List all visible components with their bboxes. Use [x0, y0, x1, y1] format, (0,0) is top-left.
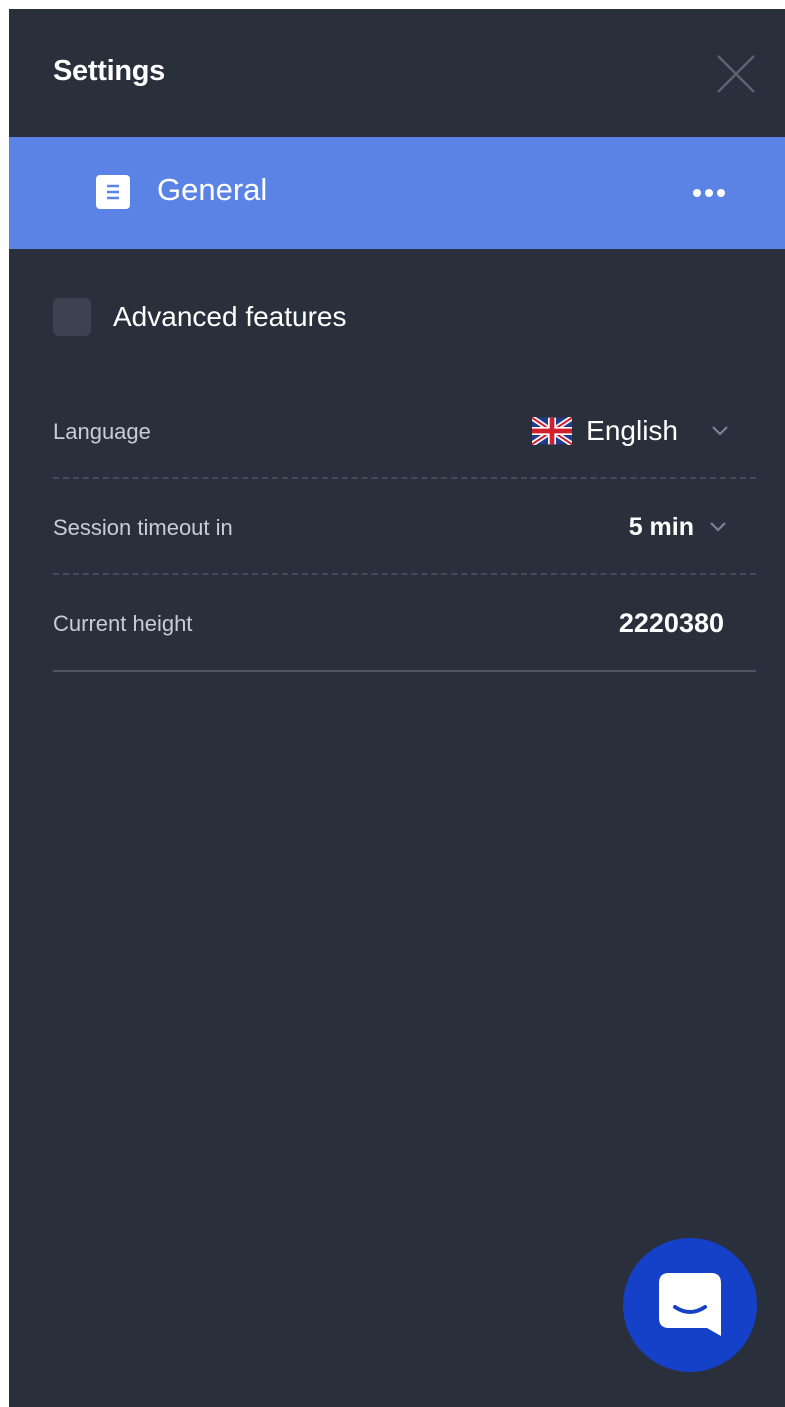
language-label: Language	[53, 419, 151, 444]
close-button[interactable]	[715, 53, 757, 95]
section-general[interactable]: General	[9, 137, 785, 249]
settings-panel: Settings General Advanced features Langu…	[9, 9, 785, 1407]
section-label: General	[157, 172, 268, 207]
more-horizontal-icon	[693, 189, 725, 197]
language-value: English	[586, 415, 678, 446]
uk-flag-icon	[532, 417, 573, 445]
session-timeout-select[interactable]: 5 min	[629, 510, 728, 544]
session-timeout-value: 5 min	[628, 512, 694, 541]
chevron-down-icon	[712, 426, 728, 436]
current-height-row: Current height 2220380	[53, 575, 756, 672]
session-timeout-label: Session timeout in	[53, 515, 233, 540]
language-select[interactable]: English	[532, 413, 730, 449]
more-options-button[interactable]	[685, 173, 733, 213]
page-title: Settings	[53, 55, 165, 87]
advanced-features-toggle[interactable]: Advanced features	[53, 298, 553, 340]
chat-icon	[659, 1273, 721, 1336]
current-height-label: Current height	[53, 611, 193, 636]
chevron-down-icon	[710, 522, 726, 532]
close-icon	[717, 55, 755, 93]
language-row: Language English	[53, 383, 756, 479]
document-icon	[96, 175, 130, 209]
chat-button[interactable]	[623, 1238, 757, 1372]
settings-header: Settings	[9, 9, 785, 137]
current-height-value: 2220380	[618, 608, 724, 638]
session-timeout-row: Session timeout in 5 min	[53, 479, 756, 575]
advanced-features-checkbox[interactable]	[53, 298, 91, 336]
advanced-features-label: Advanced features	[113, 301, 347, 332]
